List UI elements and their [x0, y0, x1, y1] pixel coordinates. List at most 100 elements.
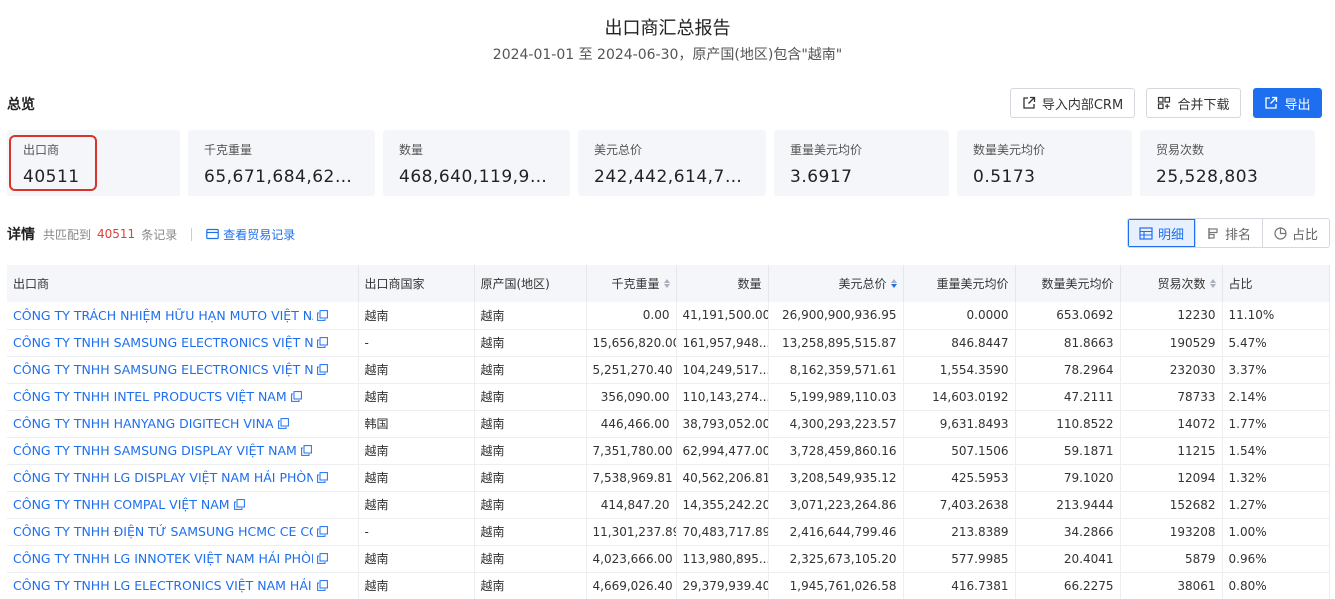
quantity-avg-cell: 81.8663 [1015, 329, 1121, 356]
exporter-name-link[interactable]: CÔNG TY TNHH SAMSUNG ELECTRONICS VIỆT NA… [13, 335, 313, 350]
exporter-cell[interactable]: CÔNG TY TNHH COMPAL VIỆT NAM [7, 491, 359, 518]
trade-count-cell: 152682 [1120, 491, 1223, 518]
quantity-avg-cell: 78.2964 [1015, 356, 1121, 383]
copy-icon[interactable] [317, 364, 328, 375]
table-body: CÔNG TY TRÁCH NHIỆM HỮU HẠN MUTO VIỆT NA… [7, 302, 1330, 599]
table-row[interactable]: CÔNG TY TNHH COMPAL VIỆT NAM 越南 越南 414,847.… [7, 491, 1330, 518]
col-exporter: 出口商 [7, 265, 359, 302]
trade-count-cell: 12094 [1120, 464, 1223, 491]
exporter-table: 出口商 出口商国家 原产国(地区) 千克重量 数量 美元总价 重量美元均价 数量… [7, 265, 1330, 599]
share-cell: 1.77% [1222, 410, 1330, 437]
col-weight[interactable]: 千克重量 [586, 265, 677, 302]
exporter-name-link[interactable]: CÔNG TY TNHH SAMSUNG DISPLAY VIỆT NAM [13, 443, 297, 458]
view-share-label: 占比 [1291, 227, 1318, 243]
total-usd-cell: 1,945,761,026.58 [768, 572, 904, 599]
stat-card-quantity-avg: 数量美元均价 0.5173 [957, 130, 1132, 196]
weight-avg-cell: 0.0000 [903, 302, 1016, 329]
exporter-name-link[interactable]: CÔNG TY TNHH LG ELECTRONICS VIỆT NAM HẢI… [13, 578, 313, 593]
table-row[interactable]: CÔNG TY TNHH SAMSUNG DISPLAY VIỆT NAM 越南越… [7, 437, 1330, 464]
exporter-country-cell: 越南 [358, 383, 475, 410]
table-header: 出口商 出口商国家 原产国(地区) 千克重量 数量 美元总价 重量美元均价 数量… [7, 265, 1330, 302]
exporter-name-link[interactable]: CÔNG TY TNHH HANYANG DIGITECH VINA [13, 416, 274, 431]
exporter-cell[interactable]: CÔNG TY TNHH INTEL PRODUCTS VIỆT NAM [7, 383, 359, 410]
exporter-cell[interactable]: CÔNG TY TNHH SAMSUNG DISPLAY VIỆT NAM [7, 437, 359, 464]
merge-download-label: 合并下载 [1177, 97, 1230, 113]
export-button[interactable]: 导出 [1253, 88, 1322, 118]
copy-icon[interactable] [317, 526, 328, 537]
merge-download-button[interactable]: 合并下载 [1146, 88, 1241, 118]
quantity-cell: 70,483,717.89 [676, 518, 769, 545]
quantity-avg-cell: 653.0692 [1015, 302, 1121, 329]
exporter-name-link[interactable]: CÔNG TY TNHH SAMSUNG ELECTRONICS VIỆT NA… [13, 362, 313, 377]
table-row[interactable]: CÔNG TY TNHH HANYANG DIGITECH VINA 韩国 越南 44… [7, 410, 1330, 437]
exporter-cell[interactable]: CÔNG TY TNHH LG INNOTEK VIỆT NAM HẢI PHÒ… [7, 545, 359, 572]
weight-avg-cell: 507.1506 [903, 437, 1016, 464]
weight-cell: 7,351,780.00 [586, 437, 677, 464]
quantity-cell: 113,980,895.... [676, 545, 769, 572]
weight-avg-cell: 416.7381 [903, 572, 1016, 599]
exporter-cell[interactable]: CÔNG TY TNHH HANYANG DIGITECH VINA [7, 410, 359, 437]
table-row[interactable]: CÔNG TY TNHH INTEL PRODUCTS VIỆT NAM 越南 越南… [7, 383, 1330, 410]
quantity-cell: 38,793,052.00 [676, 410, 769, 437]
external-link-icon [1023, 96, 1035, 109]
match-count: 40511 [97, 227, 136, 241]
exporter-cell[interactable]: CÔNG TY TNHH SAMSUNG ELECTRONICS VIỆT NA… [7, 356, 359, 383]
table-icon [1139, 226, 1153, 240]
weight-cell: 0.00 [586, 302, 677, 329]
stat-value: 468,640,119,97… [399, 167, 554, 187]
table-row[interactable]: CÔNG TY TNHH LG INNOTEK VIỆT NAM HẢI PHÒ… [7, 545, 1330, 572]
table-row[interactable]: CÔNG TY TNHH ĐIỆN TỬ SAMSUNG HCMC CE COM… [7, 518, 1330, 545]
exporter-cell[interactable]: CÔNG TY TNHH SAMSUNG ELECTRONICS VIỆT NA… [7, 329, 359, 356]
sort-icon [663, 279, 670, 288]
share-cell: 1.54% [1222, 437, 1330, 464]
stat-label: 贸易次数 [1156, 143, 1205, 157]
copy-icon[interactable] [277, 418, 289, 429]
exporter-name-link[interactable]: CÔNG TY TNHH COMPAL VIỆT NAM [13, 497, 230, 512]
col-total-usd[interactable]: 美元总价 [768, 265, 904, 302]
weight-cell: 5,251,270.40 [586, 356, 677, 383]
origin-country-cell: 越南 [474, 437, 587, 464]
col-trade-count[interactable]: 贸易次数 [1120, 265, 1223, 302]
origin-country-cell: 越南 [474, 383, 587, 410]
exporter-cell[interactable]: CÔNG TY TNHH ĐIỆN TỬ SAMSUNG HCMC CE COM… [7, 518, 359, 545]
exporter-name-link[interactable]: CÔNG TY TNHH LG INNOTEK VIỆT NAM HẢI PHÒ… [13, 551, 313, 566]
copy-icon[interactable] [317, 309, 328, 321]
view-toggle: 明细 排名 占比 [1127, 218, 1330, 248]
copy-icon[interactable] [317, 553, 328, 564]
exporter-name-link[interactable]: CÔNG TY TNHH INTEL PRODUCTS VIỆT NAM [13, 389, 287, 404]
quantity-cell: 14,355,242.20 [676, 491, 769, 518]
import-crm-button[interactable]: 导入内部CRM [1010, 88, 1135, 118]
exporter-country-cell: 越南 [358, 464, 475, 491]
stat-value: 3.6917 [790, 167, 853, 187]
view-share-button[interactable]: 占比 [1262, 219, 1329, 247]
copy-icon[interactable] [317, 472, 328, 483]
view-trade-records-link[interactable]: 查看贸易记录 [206, 226, 295, 243]
table-row[interactable]: CÔNG TY TNHH SAMSUNG ELECTRONICS VIỆT NA… [7, 329, 1330, 356]
view-rank-button[interactable]: 排名 [1195, 219, 1262, 247]
table-row[interactable]: CÔNG TY TRÁCH NHIỆM HỮU HẠN MUTO VIỆT NA… [7, 302, 1330, 329]
trade-count-cell: 12230 [1120, 302, 1223, 329]
copy-icon[interactable] [300, 445, 312, 456]
table-row[interactable]: CÔNG TY TNHH SAMSUNG ELECTRONICS VIỆT NA… [7, 356, 1330, 383]
exporter-name-link[interactable]: CÔNG TY TRÁCH NHIỆM HỮU HẠN MUTO VIỆT NA… [13, 308, 313, 323]
view-detail-button[interactable]: 明细 [1128, 219, 1195, 247]
exporter-cell[interactable]: CÔNG TY TRÁCH NHIỆM HỮU HẠN MUTO VIỆT NA… [7, 302, 359, 329]
quantity-avg-cell: 110.8522 [1015, 410, 1121, 437]
copy-icon[interactable] [317, 580, 328, 591]
copy-icon[interactable] [233, 499, 245, 510]
table-row[interactable]: CÔNG TY TNHH LG ELECTRONICS VIỆT NAM HẢI… [7, 572, 1330, 599]
share-cell: 3.37% [1222, 356, 1330, 383]
stat-label: 数量美元均价 [973, 143, 1046, 157]
exporter-name-link[interactable]: CÔNG TY TNHH LG DISPLAY VIỆT NAM HẢI PHÒ… [13, 470, 313, 485]
exporter-cell[interactable]: CÔNG TY TNHH LG DISPLAY VIỆT NAM HẢI PHÒ… [7, 464, 359, 491]
stat-card-weight: 千克重量 65,671,684,626.… [188, 130, 375, 196]
copy-icon[interactable] [290, 391, 302, 402]
exporter-cell[interactable]: CÔNG TY TNHH LG ELECTRONICS VIỆT NAM HẢI… [7, 572, 359, 599]
copy-icon[interactable] [317, 337, 328, 348]
table-row[interactable]: CÔNG TY TNHH LG DISPLAY VIỆT NAM HẢI PHÒ… [7, 464, 1330, 491]
total-usd-cell: 3,728,459,860.16 [768, 437, 904, 464]
overview-title: 总览 [7, 97, 35, 113]
exporter-country-cell: 越南 [358, 545, 475, 572]
exporter-name-link[interactable]: CÔNG TY TNHH ĐIỆN TỬ SAMSUNG HCMC CE COM… [13, 524, 313, 539]
export-label: 导出 [1284, 97, 1311, 113]
